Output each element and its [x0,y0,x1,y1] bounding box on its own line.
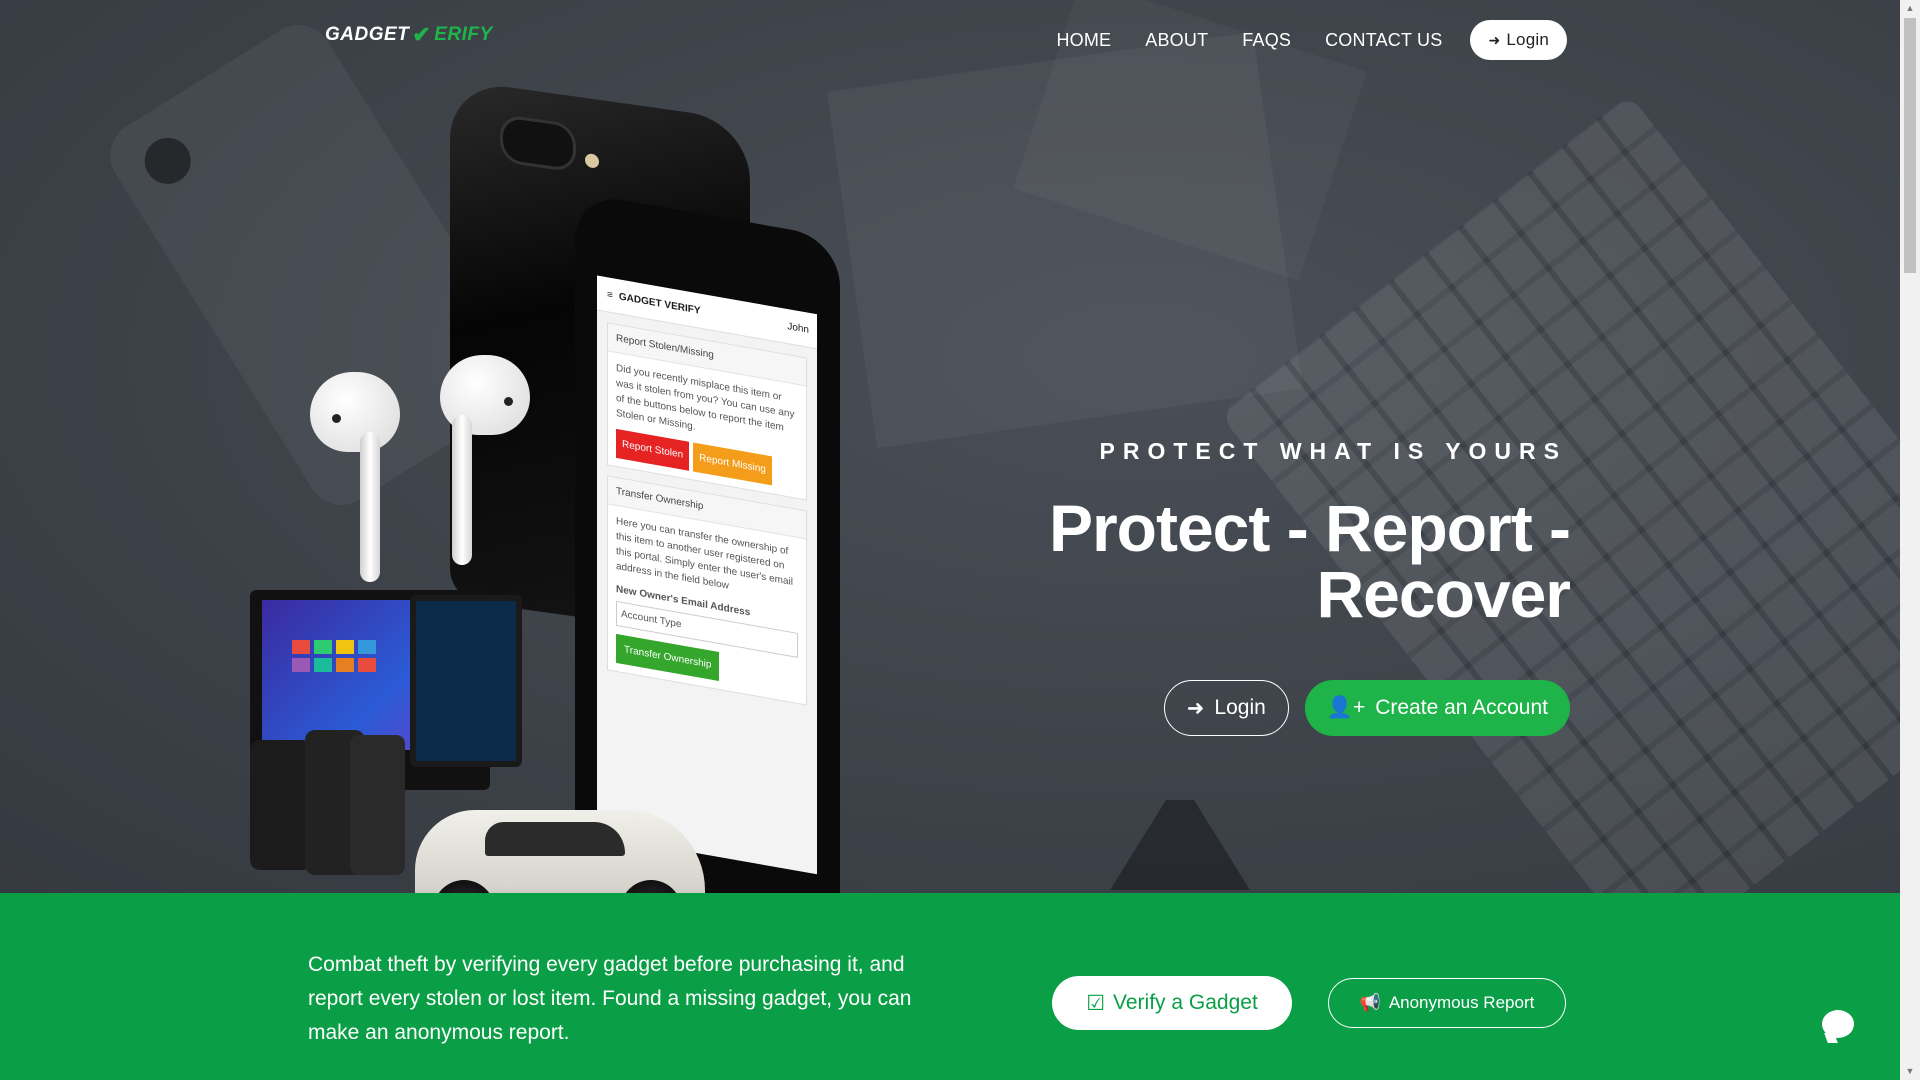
iphone-front-image: ≡ GADGET VERIFY John Report Stolen/Missi… [575,191,840,893]
verify-gadget-label: Verify a Gadget [1113,991,1258,1014]
nav-login-button[interactable]: ➜ Login [1470,20,1567,60]
scrollbar-thumb[interactable] [1904,18,1916,273]
phone-image [350,735,405,875]
brand-logo[interactable]: GADGET ✔ ERIFY [325,24,493,46]
create-account-button[interactable]: 👤+ Create an Account [1304,680,1570,736]
airpod-left-image [310,372,400,582]
background-pen [1110,800,1250,890]
cta-band: Combat theft by verifying every gadget b… [0,893,1900,1080]
nav-about[interactable]: ABOUT [1145,30,1208,51]
bullhorn-icon: 📢 [1359,993,1381,1012]
airpod-right-image [440,355,530,565]
hero-login-label: Login [1214,696,1266,719]
hero-login-button[interactable]: ➜ Login [1163,680,1289,736]
sign-in-icon: ➜ [1488,31,1501,48]
user-name: John [787,320,809,336]
scroll-up-arrow-icon[interactable]: ▲ [1900,0,1920,17]
app-screen-mockup: ≡ GADGET VERIFY John Report Stolen/Missi… [597,275,817,875]
user-plus-icon: 👤+ [1326,696,1366,719]
logo-text-prefix: GADGET [325,24,410,45]
page-scrollbar[interactable]: ▲ ▼ [1900,0,1920,1080]
report-stolen-button: Report Stolen [616,428,690,471]
transfer-card: Transfer Ownership Here you can transfer… [607,475,807,706]
app-name: GADGET VERIFY [618,290,701,317]
nav-home[interactable]: HOME [1056,30,1111,51]
report-missing-button: Report Missing [693,442,772,486]
nav-contact[interactable]: CONTACT US [1325,30,1442,51]
check-icon: ✔ [412,22,432,47]
chat-icon [1822,1010,1854,1038]
check-square-icon: ☑ [1086,991,1106,1015]
product-collage: ≡ GADGET VERIFY John Report Stolen/Missi… [250,78,850,893]
anonymous-report-button[interactable]: 📢 Anonymous Report [1328,978,1566,1028]
logo-text-suffix: ERIFY [434,24,493,45]
nav-login-label: Login [1506,30,1549,49]
nav-faqs[interactable]: FAQS [1242,30,1291,51]
hero-cta-row: ➜ Login 👤+ Create an Account [1163,680,1570,736]
hero-headline: Protect - Report - Recover [1048,491,1571,631]
top-nav: HOME ABOUT FAQS CONTACT US ➜ Login [1056,20,1567,60]
sign-in-icon: ➜ [1186,696,1205,720]
chat-widget-button[interactable] [1806,992,1870,1056]
report-card: Report Stolen/Missing Did you recently m… [607,322,807,501]
menu-icon: ≡ [607,288,613,301]
phone-image [250,740,312,870]
anonymous-report-label: Anonymous Report [1388,993,1535,1012]
band-description: Combat theft by verifying every gadget b… [308,953,912,1044]
verify-gadget-button[interactable]: ☑ Verify a Gadget [1052,976,1292,1030]
hero-tagline: PROTECT WHAT IS YOURS [1099,438,1567,464]
create-account-label: Create an Account [1375,696,1548,719]
transfer-ownership-button: Transfer Ownership [616,633,720,682]
tablet-image [410,595,522,767]
scroll-down-arrow-icon[interactable]: ▼ [1900,1063,1920,1080]
car-image [415,810,705,893]
hero-section: GADGET ✔ ERIFY HOME ABOUT FAQS CONTACT U… [0,0,1900,893]
